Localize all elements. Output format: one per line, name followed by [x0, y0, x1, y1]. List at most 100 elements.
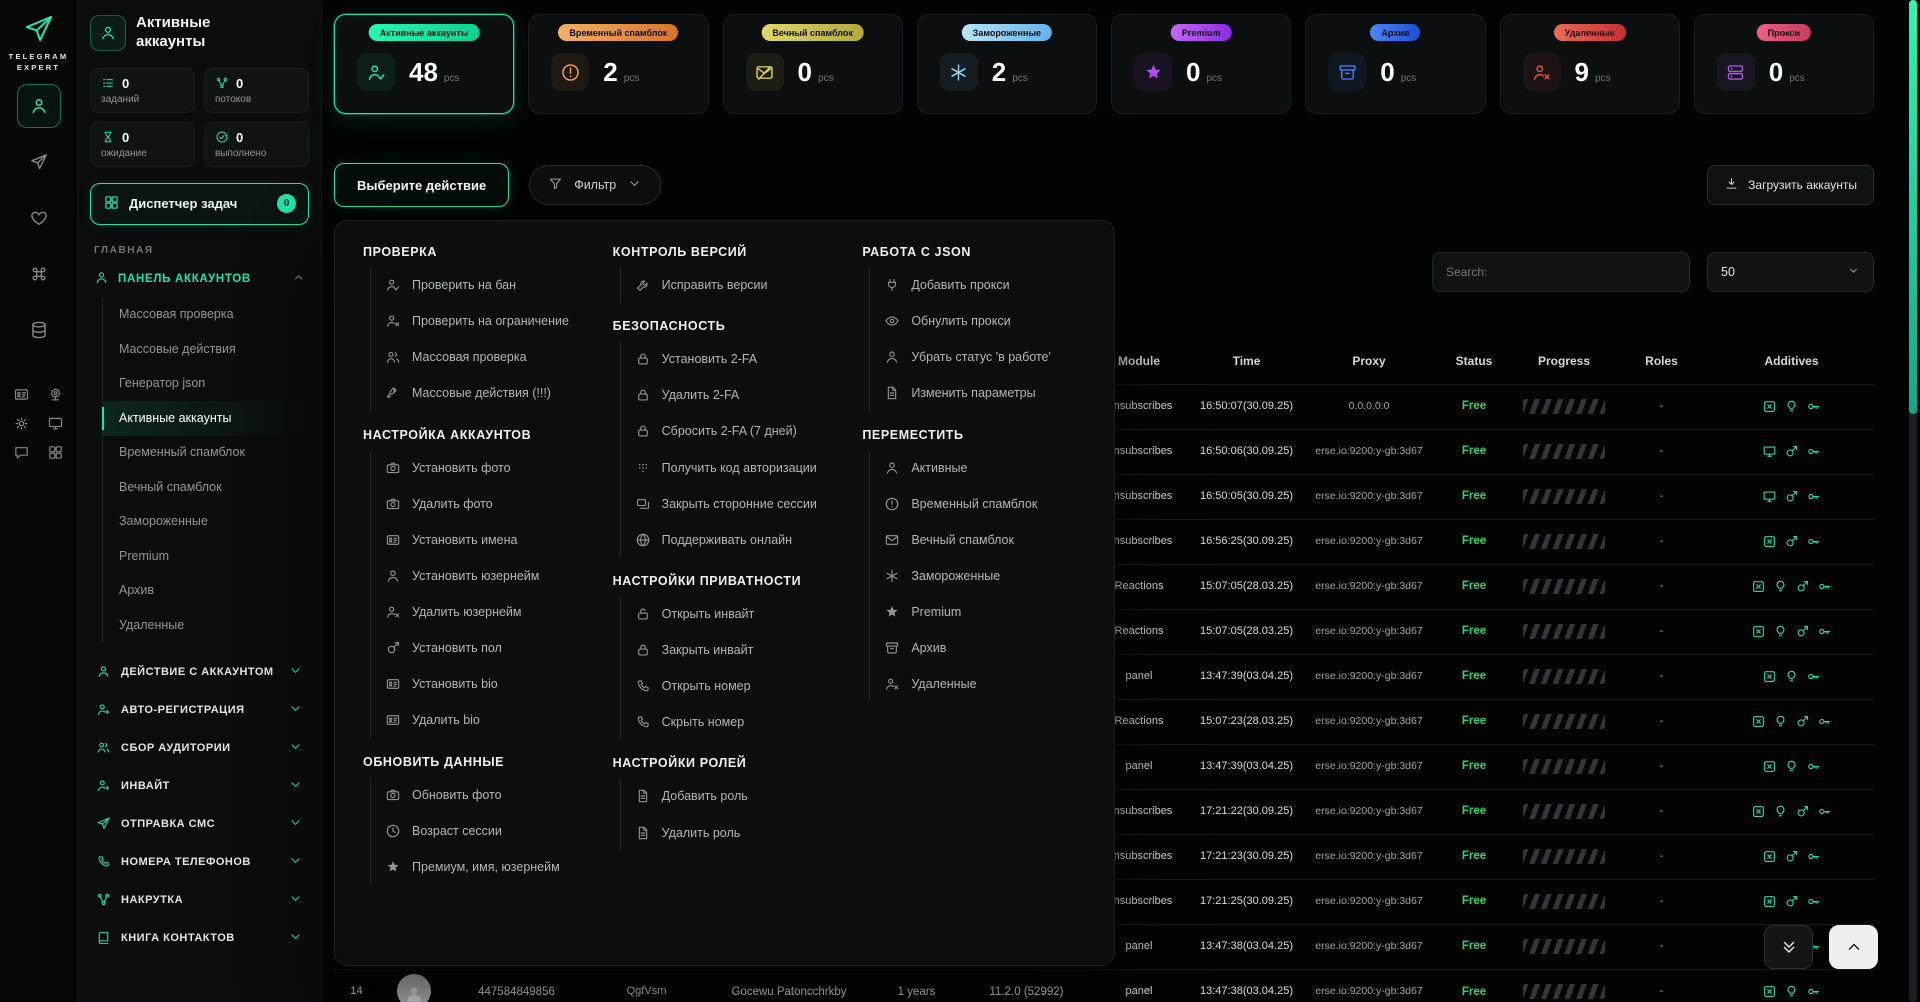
task-manager-button[interactable]: Диспетчер задач 0 — [90, 183, 309, 225]
menu-item[interactable]: Установить пол — [371, 630, 587, 666]
menu-item[interactable]: Архив — [870, 630, 1086, 666]
menu-item[interactable]: Обновить фото — [371, 777, 587, 813]
rail-id-card-button[interactable] — [11, 386, 33, 403]
column-header-roles[interactable]: Roles — [1614, 338, 1709, 384]
menu-item[interactable]: Поддерживать онлайн — [621, 522, 837, 558]
rail-settings-button[interactable] — [11, 415, 33, 432]
menu-item[interactable]: Закрыть инвайт — [621, 632, 837, 668]
sidebar-section[interactable]: ИНВАЙТ — [90, 767, 309, 805]
sidebar-section-accounts-panel[interactable]: ПАНЕЛЬ АККАУНТОВ — [90, 262, 309, 296]
rail-actions-button[interactable] — [17, 252, 61, 296]
rail-chat-button[interactable] — [11, 444, 33, 461]
menu-item[interactable]: Обнулить прокси — [870, 303, 1086, 339]
sidebar-section[interactable]: СБОР АУДИТОРИИ — [90, 729, 309, 767]
column-header-status[interactable]: Status — [1434, 338, 1514, 384]
column-header-proxy[interactable]: Proxy — [1304, 338, 1434, 384]
stat-card-premium[interactable]: Premium0pcs — [1111, 14, 1291, 114]
menu-item[interactable]: Убрать статус 'в работе' — [870, 339, 1086, 375]
menu-item[interactable]: Установить имена — [371, 522, 587, 558]
stat-card-temp-spamblock[interactable]: Временный спамблок2pcs — [528, 14, 708, 114]
menu-item[interactable]: Добавить прокси — [870, 267, 1086, 303]
stat-card-deleted[interactable]: Удаленные9pcs — [1500, 14, 1680, 114]
scrollbar-thumb[interactable] — [1909, 0, 1917, 414]
menu-item[interactable]: Временный спамблок — [870, 486, 1086, 522]
menu-item[interactable]: Замороженные — [870, 558, 1086, 594]
menu-item[interactable]: Исправить версии — [621, 267, 837, 303]
sidebar-item[interactable]: Массовые действия — [103, 332, 309, 367]
menu-item[interactable]: Установить юзернейм — [371, 558, 587, 594]
menu-item[interactable]: Вечный спамблок — [870, 522, 1086, 558]
sidebar-item[interactable]: Временный спамблок — [103, 436, 309, 471]
menu-item[interactable]: Открыть инвайт — [621, 596, 837, 632]
sidebar-item[interactable]: Premium — [103, 539, 309, 574]
table-row[interactable]: 14447584849856QgfVsmGocewu Patoncchrkby1… — [334, 969, 1874, 1002]
stat-card-active[interactable]: Активные аккаунты48pcs — [334, 14, 514, 114]
scroll-down-button[interactable] — [1764, 925, 1813, 969]
menu-item[interactable]: Изменить параметры — [870, 375, 1086, 411]
rail-accounts-button[interactable] — [17, 84, 61, 128]
menu-item[interactable]: Удалить фото — [371, 486, 587, 522]
sidebar-section[interactable]: АВТО-РЕГИСТРАЦИЯ — [90, 691, 309, 729]
menu-item[interactable]: Premium — [870, 594, 1086, 630]
rail-webcam-button[interactable] — [45, 386, 67, 403]
upload-accounts-label: Загрузить аккаунты — [1748, 178, 1857, 192]
column-header-time[interactable]: Time — [1189, 338, 1304, 384]
search-input[interactable] — [1432, 252, 1690, 292]
column-header-progress[interactable]: Progress — [1514, 338, 1614, 384]
sidebar-section[interactable]: КНИГА КОНТАКТОВ — [90, 919, 309, 957]
scroll-top-button[interactable] — [1829, 925, 1878, 969]
filter-button[interactable]: Фильтр — [529, 165, 661, 205]
page-size-select[interactable]: 50 — [1707, 252, 1874, 292]
menu-item[interactable]: Закрыть сторонние сессии — [621, 486, 837, 522]
cell-time: 13:47:39(03.04.25) — [1189, 744, 1304, 789]
sidebar-section[interactable]: НАКРУТКА — [90, 881, 309, 919]
menu-item[interactable]: Проверить на бан — [371, 267, 587, 303]
menu-item[interactable]: Удаленные — [870, 666, 1086, 702]
rail-database-button[interactable] — [17, 308, 61, 352]
menu-item[interactable]: Массовые действия (!!!) — [371, 375, 587, 411]
sidebar-item[interactable]: Архив — [103, 574, 309, 609]
select-action-button[interactable]: Выберите действие — [334, 163, 509, 207]
sidebar-item[interactable]: Удаленные — [103, 608, 309, 643]
sidebar-section[interactable]: ДЕЙСТВИЕ С АККАУНТОМ — [90, 653, 309, 691]
upload-accounts-button[interactable]: Загрузить аккаунты — [1707, 165, 1874, 205]
stat-card-archive[interactable]: Архив0pcs — [1305, 14, 1485, 114]
sidebar-section[interactable]: НОМЕРА ТЕЛЕФОНОВ — [90, 843, 309, 881]
stat-card-frozen[interactable]: Замороженные2pcs — [917, 14, 1097, 114]
menu-item[interactable]: Премиум, имя, юзернейм — [371, 849, 587, 885]
menu-item[interactable]: Активные — [870, 450, 1086, 486]
sidebar-item[interactable]: Вечный спамблок — [103, 470, 309, 505]
menu-item[interactable]: Сбросить 2-FA (7 дней) — [621, 413, 837, 449]
column-header-additives[interactable]: Additives — [1709, 338, 1874, 384]
menu-item[interactable]: Открыть номер — [621, 668, 837, 704]
menu-item[interactable]: Установить 2-FA — [621, 341, 837, 377]
rail-monitor-button[interactable] — [45, 415, 67, 432]
sidebar-section[interactable]: ОТПРАВКА СМС — [90, 805, 309, 843]
sidebar-item[interactable]: Замороженные — [103, 505, 309, 540]
menu-item[interactable]: Добавить роль — [621, 778, 837, 814]
menu-item[interactable]: Удалить роль — [621, 815, 837, 851]
rail-sender-button[interactable] — [17, 140, 61, 184]
sidebar-item[interactable]: Активные аккаунты — [103, 401, 309, 436]
menu-item[interactable]: Установить фото — [371, 450, 587, 486]
menu-item[interactable]: Получить код авторизации — [621, 450, 837, 486]
menu-item[interactable]: Скрыть номер — [621, 704, 837, 740]
rail-apps-button[interactable] — [45, 444, 67, 461]
rail-favorites-button[interactable] — [17, 196, 61, 240]
menu-item[interactable]: Проверить на ограничение — [371, 303, 587, 339]
menu-item[interactable]: Удалить bio — [371, 702, 587, 738]
menu-item[interactable]: Возраст сессии — [371, 813, 587, 849]
menu-section-title: НАСТРОЙКА АККАУНТОВ — [363, 428, 587, 442]
menu-item[interactable]: Удалить юзернейм — [371, 594, 587, 630]
key-icon — [1806, 399, 1821, 414]
user-plus-icon — [96, 702, 111, 717]
menu-item[interactable]: Установить bio — [371, 666, 587, 702]
idcard-icon — [385, 676, 401, 692]
stat-card-proxy[interactable]: Прокси0pcs — [1694, 14, 1874, 114]
sidebar-item[interactable]: Генератор json — [103, 367, 309, 402]
page-scrollbar[interactable] — [1909, 0, 1917, 1002]
menu-item[interactable]: Массовая проверка — [371, 339, 587, 375]
menu-item[interactable]: Удалить 2-FA — [621, 377, 837, 413]
sidebar-item[interactable]: Массовая проверка — [103, 298, 309, 333]
stat-card-perm-spamblock[interactable]: Вечный спамблок0pcs — [723, 14, 903, 114]
